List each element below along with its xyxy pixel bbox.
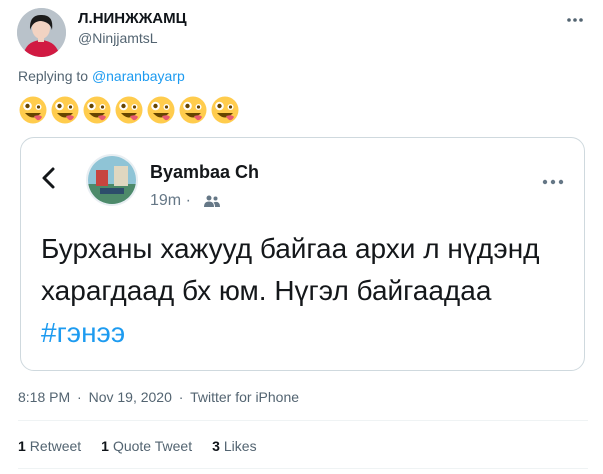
zany-face-emoji-icon bbox=[147, 96, 175, 124]
mention-link[interactable]: @naranbayarp bbox=[92, 68, 185, 84]
emoji-row bbox=[18, 95, 240, 125]
tweet-source[interactable]: Twitter for iPhone bbox=[190, 389, 299, 405]
tweet-date[interactable]: Nov 19, 2020 bbox=[89, 389, 172, 405]
author-avatar[interactable] bbox=[17, 8, 66, 57]
embedded-author-name: Byambaa Ch bbox=[150, 162, 260, 182]
replying-to-prefix: Replying to bbox=[18, 68, 92, 84]
quote-tweets-stat[interactable]: 1 Quote Tweet bbox=[101, 438, 192, 454]
meta-separator: · bbox=[77, 389, 82, 405]
likes-stat[interactable]: 3 Likes bbox=[212, 438, 256, 454]
zany-face-emoji-icon bbox=[19, 96, 47, 124]
zany-face-emoji-icon bbox=[115, 96, 143, 124]
embedded-tweet-image[interactable]: Byambaa Ch 19m · Бурханы хажууд байгаа а… bbox=[20, 137, 585, 371]
replying-to: Replying to @naranbayarp bbox=[18, 68, 185, 84]
retweets-stat[interactable]: 1 Retweet bbox=[18, 438, 81, 454]
embedded-body: Бурханы хажууд байгаа архи л нүдэнд хара… bbox=[41, 233, 540, 306]
people-icon bbox=[204, 195, 220, 207]
author-avatar-image bbox=[17, 8, 66, 57]
embedded-avatar bbox=[86, 154, 138, 206]
more-options-icon[interactable] bbox=[566, 10, 584, 27]
zany-face-emoji-icon bbox=[51, 96, 79, 124]
embedded-time: 19m · bbox=[150, 192, 191, 209]
more-horizontal-icon bbox=[542, 179, 564, 185]
embedded-hashtag: #гэнээ bbox=[41, 317, 126, 348]
author-name[interactable]: Л.НИНЖЖАМЦ bbox=[78, 10, 187, 27]
likes-count: 3 bbox=[212, 438, 220, 454]
divider bbox=[18, 468, 588, 469]
tweet-meta: 8:18 PM · Nov 19, 2020 · Twitter for iPh… bbox=[18, 389, 299, 405]
likes-label: Likes bbox=[223, 438, 257, 454]
zany-face-emoji-icon bbox=[211, 96, 239, 124]
quotes-count: 1 bbox=[101, 438, 109, 454]
meta-separator: · bbox=[178, 389, 184, 405]
retweets-count: 1 bbox=[18, 438, 26, 454]
retweets-label: Retweet bbox=[29, 438, 82, 454]
zany-face-emoji-icon bbox=[83, 96, 111, 124]
tweet-time[interactable]: 8:18 PM bbox=[18, 389, 70, 405]
tweet-stats: 1 Retweet 1 Quote Tweet 3 Likes bbox=[18, 438, 277, 454]
chevron-left-icon bbox=[42, 167, 55, 189]
quotes-label: Quote Tweet bbox=[112, 438, 193, 454]
author-handle[interactable]: @NinjjamtsL bbox=[78, 30, 158, 46]
embedded-tweet-text: Бурханы хажууд байгаа архи л нүдэнд хара… bbox=[41, 228, 566, 354]
divider bbox=[18, 420, 588, 421]
zany-face-emoji-icon bbox=[179, 96, 207, 124]
